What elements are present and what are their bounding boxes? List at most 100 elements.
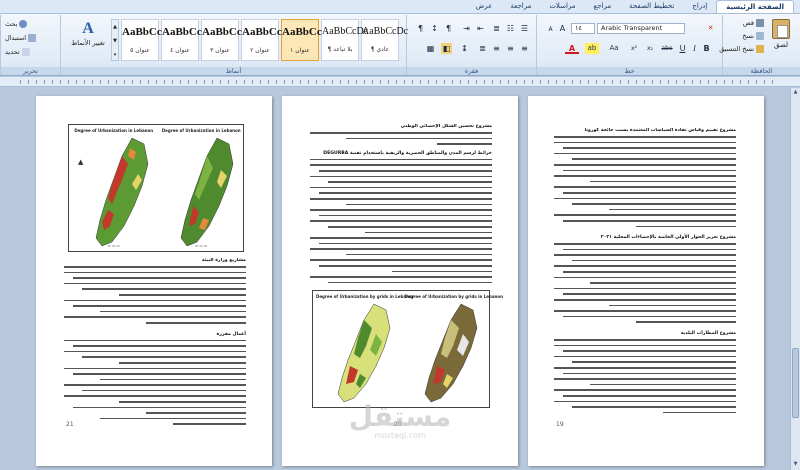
cut-button[interactable]: قص xyxy=(743,19,764,27)
page-20-text: مشروع تحسين الشكل الإحصائي الوطني خرائط … xyxy=(310,124,492,284)
format-painter-label: نسخ التنسيق xyxy=(719,45,754,53)
map-caption: ▭ ▭ ▭ xyxy=(107,244,120,248)
align-center-icon[interactable]: ≡ xyxy=(505,43,516,54)
copy-label: نسخ xyxy=(742,32,754,40)
font-size-combo[interactable]: ١٤ xyxy=(571,23,595,34)
italic-button[interactable]: I xyxy=(689,43,700,54)
shrink-font-button[interactable]: A xyxy=(545,24,556,35)
urbanization-grid-map-figure: Degree of Urbanization by grids in Leban… xyxy=(312,290,503,408)
tab-mailings[interactable]: مراسلات xyxy=(540,0,584,13)
replace-label: استبدال xyxy=(5,34,27,42)
font-color-button[interactable]: A xyxy=(565,43,579,54)
vertical-scrollbar[interactable]: ▲ ▼ xyxy=(790,88,800,470)
increase-indent-icon[interactable]: ⇥ xyxy=(461,23,472,34)
style-name: عنوان ٤ xyxy=(170,47,190,54)
underline-button[interactable]: U xyxy=(677,43,688,54)
editing-group-label: تحرير xyxy=(1,67,60,75)
font-group: Arabic Transparent ١٤ A A ✕ B I U abe x₂… xyxy=(536,15,722,75)
line-spacing-icon[interactable]: ↨ xyxy=(459,43,470,54)
change-styles-button[interactable]: A تغيير الأنماط xyxy=(69,19,107,47)
binoculars-icon xyxy=(19,20,28,28)
style-sample: AaBbCc xyxy=(242,26,282,38)
shading-icon[interactable]: ◧ xyxy=(441,43,452,54)
watermark-url: mostaql.com xyxy=(374,431,426,440)
align-right-icon[interactable]: ≡ xyxy=(519,43,530,54)
style-sample: AaBbCcDc xyxy=(322,26,369,37)
align-left-icon[interactable]: ≡ xyxy=(491,43,502,54)
select-label: تحديد xyxy=(5,48,20,56)
styles-scroll[interactable]: ▲ ▼ ▾ xyxy=(111,19,119,61)
style-heading-1[interactable]: AaBbCc عنوان ١ xyxy=(281,19,322,61)
select-button[interactable]: تحديد xyxy=(5,48,30,56)
multilevel-list-icon[interactable]: ≣ xyxy=(491,23,502,34)
replace-button[interactable]: استبدال xyxy=(5,34,37,42)
find-button[interactable]: بحث xyxy=(5,20,28,28)
style-heading-5[interactable]: AaBbCc عنوان ٥ xyxy=(121,19,162,61)
editing-group: بحث استبدال تحديد تحرير xyxy=(0,15,60,75)
paste-button[interactable]: لصق xyxy=(768,19,794,59)
scrollbar-thumb[interactable] xyxy=(792,348,799,418)
svg-text:▲: ▲ xyxy=(78,158,84,166)
change-case-button[interactable]: Aa xyxy=(607,43,621,54)
borders-icon[interactable]: ▦ xyxy=(425,43,436,54)
page-number: 19 xyxy=(556,421,564,428)
grid-map-panel-right: Degree of Urbanization by grids in Leban… xyxy=(404,294,503,404)
grid-map-panel-left: Degree of Urbanization by grids in Leban… xyxy=(316,294,415,404)
justify-icon[interactable]: ≣ xyxy=(477,43,488,54)
paintbrush-icon xyxy=(756,45,764,53)
style-heading-3[interactable]: AaBbCc عنوان ٣ xyxy=(201,19,242,61)
style-name: ¶ عادي xyxy=(370,46,390,53)
scroll-up-icon[interactable]: ▲ xyxy=(792,89,799,97)
style-sample: AaBbCc xyxy=(282,26,322,38)
superscript-button[interactable]: x² xyxy=(627,43,641,54)
watermark-logo-text: مستقل xyxy=(348,400,452,433)
tab-review[interactable]: مراجعة xyxy=(501,0,540,13)
style-name: عنوان ٢ xyxy=(250,47,270,54)
tab-home[interactable]: الصفحة الرئيسية xyxy=(716,0,794,13)
lebanon-grid-map-right xyxy=(424,303,477,403)
highlight-button[interactable]: ab xyxy=(585,43,599,54)
find-label: بحث xyxy=(5,20,18,28)
clear-format-icon[interactable]: ✕ xyxy=(705,23,716,34)
copy-icon xyxy=(756,32,764,40)
page-number: 21 xyxy=(66,421,74,428)
map-title: Degree of Urbanization in Lebanon xyxy=(74,128,154,133)
rtl-direction-icon[interactable]: ¶ xyxy=(443,23,454,34)
tab-references[interactable]: مراجع xyxy=(585,0,621,13)
lebanon-map-left: ▲ xyxy=(78,137,149,247)
replace-icon xyxy=(28,34,37,42)
bullets-icon[interactable]: ☰ xyxy=(519,23,530,34)
bold-button[interactable]: B xyxy=(701,43,712,54)
style-heading-4[interactable]: AaBbCc عنوان ٤ xyxy=(161,19,202,61)
style-name: عنوان ٥ xyxy=(130,47,150,54)
strikethrough-button[interactable]: abe xyxy=(659,43,675,54)
copy-button[interactable]: نسخ xyxy=(742,32,764,40)
tab-view[interactable]: عرض xyxy=(467,0,502,13)
style-heading-2[interactable]: AaBbCc عنوان ٢ xyxy=(241,19,282,61)
paste-label: لصق xyxy=(773,41,789,49)
document-page-21[interactable]: Degree of Urbanization in Lebanon ▲ ▭ ▭ … xyxy=(36,96,272,466)
lebanon-map-right xyxy=(181,137,234,247)
show-marks-icon[interactable]: ¶ xyxy=(415,23,426,34)
change-styles-label: تغيير الأنماط xyxy=(71,39,105,47)
style-name: عنوان ١ xyxy=(290,47,310,54)
decrease-indent-icon[interactable]: ⇤ xyxy=(475,23,486,34)
select-icon xyxy=(21,48,30,56)
font-name-combo[interactable]: Arabic Transparent xyxy=(597,23,685,34)
lebanon-grid-map-left xyxy=(337,303,391,403)
format-painter-button[interactable]: نسخ التنسيق xyxy=(719,45,764,53)
tab-page-layout[interactable]: تخطيط الصفحة xyxy=(620,0,683,13)
tab-insert[interactable]: إدراج xyxy=(683,0,716,13)
map-title: Degree of Urbanization by grids in Leban… xyxy=(404,294,503,299)
style-no-spacing[interactable]: AaBbCcDc ¶ بلا تباعد xyxy=(321,19,369,61)
numbering-icon[interactable]: ☷ xyxy=(505,23,516,34)
map-title: Degree of Urbanization by grids in Leban… xyxy=(316,294,415,299)
document-page-19[interactable]: مشروع تقييم وقياس تفادة السياسات المعتمد… xyxy=(528,96,764,466)
font-group-label: خط xyxy=(537,67,722,75)
horizontal-ruler[interactable] xyxy=(0,77,800,87)
subscript-button[interactable]: x₂ xyxy=(643,43,657,54)
clipboard-icon xyxy=(772,19,790,39)
scroll-down-icon[interactable]: ▼ xyxy=(792,461,799,469)
grow-font-button[interactable]: A xyxy=(557,23,568,34)
sort-icon[interactable]: ↕ xyxy=(429,23,440,34)
